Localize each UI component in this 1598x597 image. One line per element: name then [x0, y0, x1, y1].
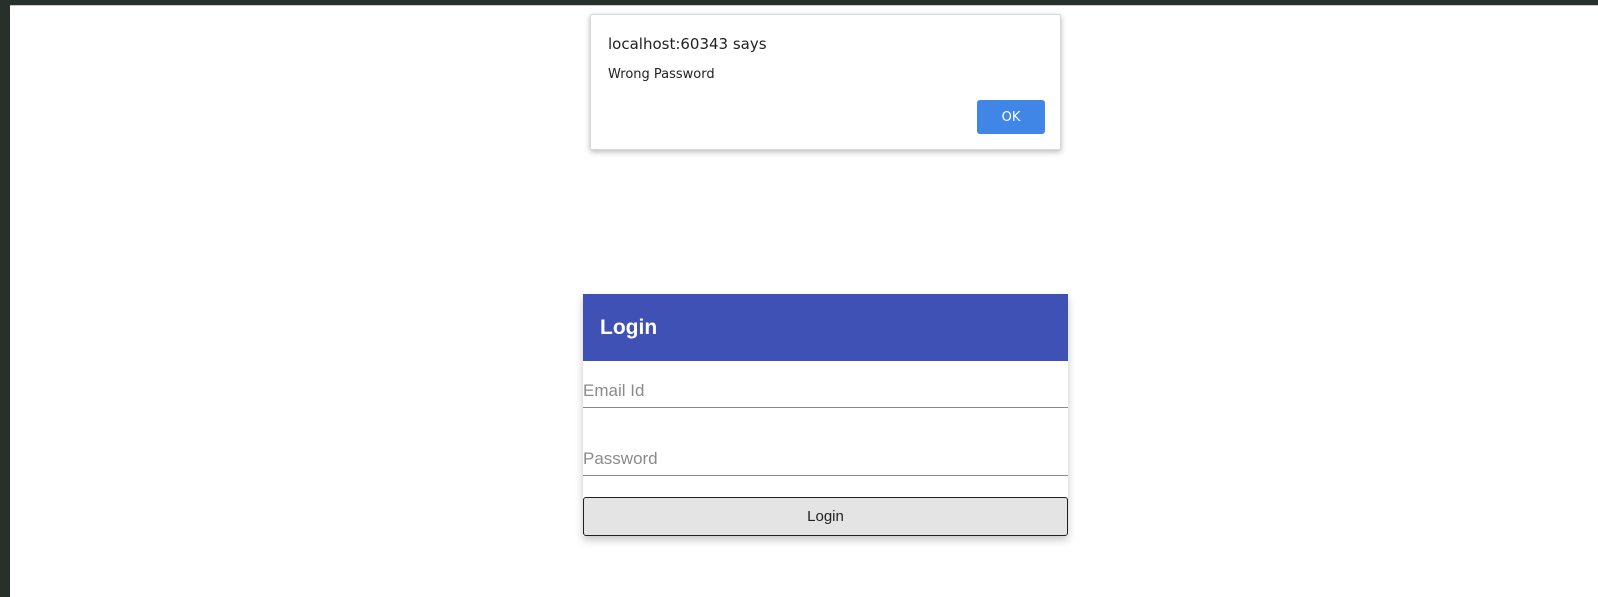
alert-title: localhost:60343 says [608, 35, 767, 53]
login-card-header: Login [583, 294, 1068, 361]
page-viewport: localhost:60343 says Wrong Password OK L… [10, 5, 1598, 597]
field-spacer [583, 408, 1068, 429]
email-field-container [583, 361, 1068, 408]
alert-dialog: localhost:60343 says Wrong Password OK [590, 14, 1061, 150]
alert-message: Wrong Password [608, 67, 715, 82]
login-button[interactable]: Login [583, 497, 1068, 536]
email-input[interactable] [583, 381, 1068, 401]
alert-ok-button[interactable]: OK [977, 100, 1045, 134]
password-input[interactable] [583, 449, 1068, 469]
login-title: Login [600, 315, 658, 339]
login-card: Login Login [583, 294, 1068, 536]
password-field-container [583, 429, 1068, 476]
